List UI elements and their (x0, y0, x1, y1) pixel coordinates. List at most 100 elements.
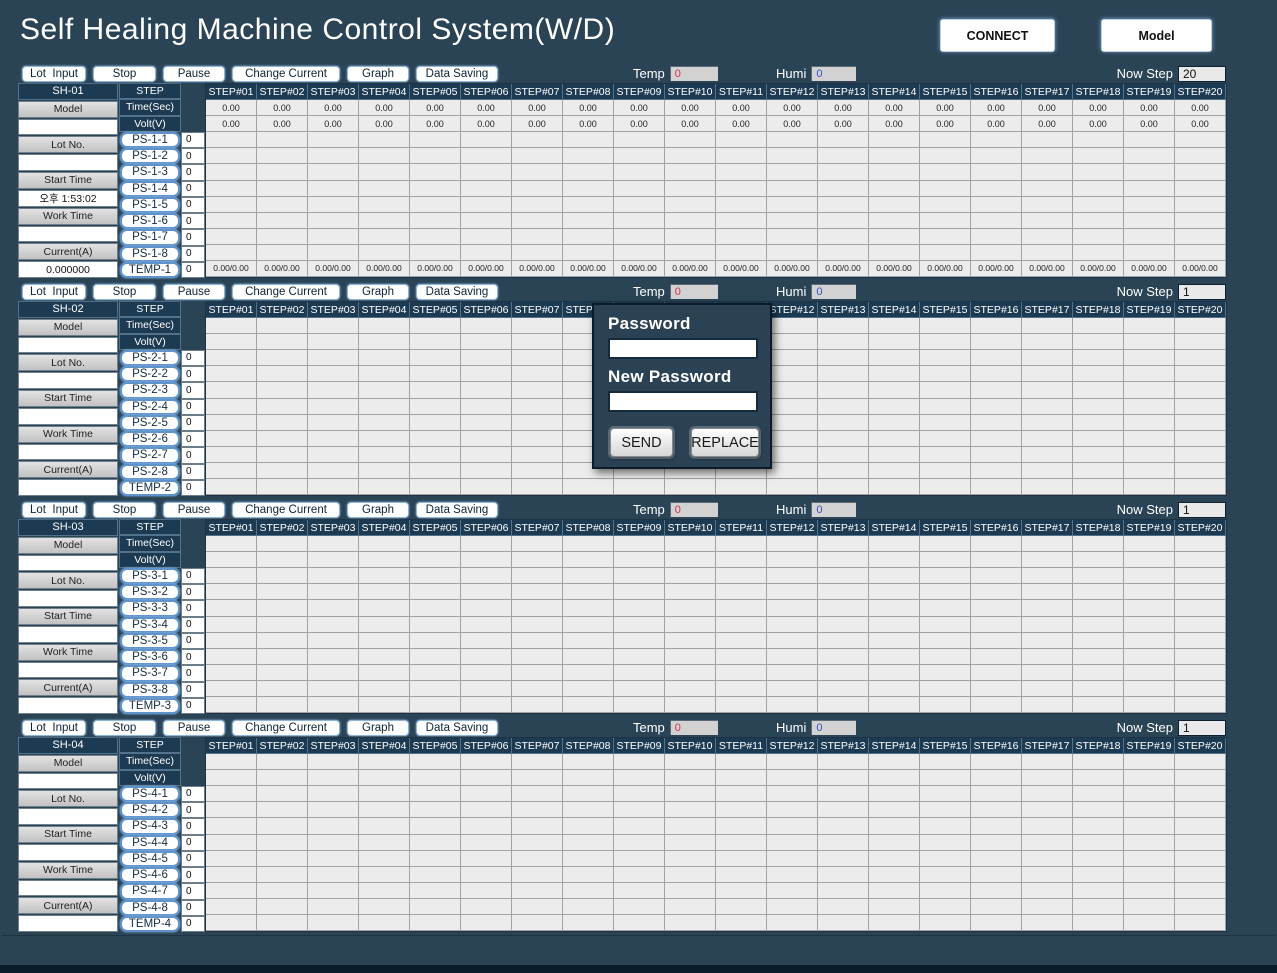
ps-button[interactable]: PS-4-7 (120, 883, 180, 899)
change-current-button[interactable]: Change Current (232, 502, 340, 518)
temp-sensor-button[interactable]: TEMP-2 (120, 480, 180, 496)
ps-button[interactable]: PS-2-7 (120, 447, 180, 463)
ps-button[interactable]: PS-4-3 (120, 818, 180, 834)
grid-cell (359, 229, 410, 245)
step-header-cell: STEP#19 (1124, 520, 1175, 536)
replace-button[interactable]: REPLACE (691, 428, 759, 457)
lot-input-button[interactable]: Lot Input (22, 66, 86, 82)
model-button[interactable]: Model (1101, 19, 1212, 52)
temp-sensor-button[interactable]: TEMP-3 (120, 698, 180, 714)
graph-button[interactable]: Graph (347, 720, 409, 736)
grid-cell (461, 431, 512, 447)
pause-button[interactable]: Pause (163, 284, 225, 300)
ps-button[interactable]: PS-3-4 (120, 617, 180, 633)
grid-cell (971, 818, 1022, 834)
ps-button[interactable]: PS-1-1 (120, 132, 180, 148)
graph-button[interactable]: Graph (347, 66, 409, 82)
password-input[interactable] (608, 338, 758, 359)
stop-button[interactable]: Stop (93, 284, 156, 300)
grid-cell (971, 786, 1022, 802)
ps-button[interactable]: PS-2-3 (120, 382, 180, 398)
grid-cell (1124, 786, 1175, 802)
ps-button[interactable]: PS-2-2 (120, 366, 180, 382)
pause-button[interactable]: Pause (163, 720, 225, 736)
ps-button[interactable]: PS-2-5 (120, 415, 180, 431)
temp-sensor-button[interactable]: TEMP-1 (120, 262, 180, 278)
ps-button[interactable]: PS-3-5 (120, 633, 180, 649)
ps-button[interactable]: PS-3-1 (120, 568, 180, 584)
change-current-button[interactable]: Change Current (232, 284, 340, 300)
temp-value-cell: 0.00/0.00 (308, 261, 359, 277)
ps-button[interactable]: PS-2-1 (120, 350, 180, 366)
step-header-cell: STEP#06 (461, 84, 512, 100)
graph-button[interactable]: Graph (347, 502, 409, 518)
ps-button[interactable]: PS-1-4 (120, 181, 180, 197)
step-header-cell: STEP#11 (716, 738, 767, 754)
ps-button[interactable]: PS-4-1 (120, 786, 180, 802)
grid-cell (920, 463, 971, 479)
stop-button[interactable]: Stop (93, 720, 156, 736)
step-header-cell: STEP#06 (461, 302, 512, 318)
grid-cell (614, 245, 665, 261)
ps-button[interactable]: PS-1-7 (120, 229, 180, 245)
data-saving-button[interactable]: Data Saving (416, 66, 498, 82)
grid-cell (308, 633, 359, 649)
data-saving-button[interactable]: Data Saving (416, 284, 498, 300)
ps-button[interactable]: PS-2-8 (120, 464, 180, 480)
temp-sensor-button[interactable]: TEMP-4 (120, 916, 180, 932)
ps-button[interactable]: PS-4-2 (120, 802, 180, 818)
ps-button[interactable]: PS-4-8 (120, 900, 180, 916)
temp-value-cell (461, 697, 512, 713)
grid-cell (614, 802, 665, 818)
ps-button[interactable]: PS-1-6 (120, 213, 180, 229)
ps-button[interactable]: PS-1-3 (120, 164, 180, 180)
ps-button[interactable]: PS-1-5 (120, 197, 180, 213)
ps-button[interactable]: PS-3-8 (120, 682, 180, 698)
ps-button[interactable]: PS-3-2 (120, 584, 180, 600)
grid-cell (410, 132, 461, 148)
grid-cell (665, 899, 716, 915)
ps-button[interactable]: PS-4-6 (120, 867, 180, 883)
grid-cell (971, 366, 1022, 382)
ps-button[interactable]: PS-3-3 (120, 600, 180, 616)
data-saving-button[interactable]: Data Saving (416, 720, 498, 736)
ps-button[interactable]: PS-1-2 (120, 148, 180, 164)
new-password-input[interactable] (608, 391, 758, 412)
lot-input-button[interactable]: Lot Input (22, 502, 86, 518)
pause-button[interactable]: Pause (163, 66, 225, 82)
stop-button[interactable]: Stop (93, 66, 156, 82)
grid-cell (716, 164, 767, 180)
grid-cell (1022, 786, 1073, 802)
ps-button[interactable]: PS-4-4 (120, 835, 180, 851)
grid-cell (1022, 802, 1073, 818)
grid-cell (818, 584, 869, 600)
grid-cell (1175, 197, 1226, 213)
step-header-cell: STEP#16 (971, 84, 1022, 100)
data-saving-button[interactable]: Data Saving (416, 502, 498, 518)
connect-button[interactable]: CONNECT (940, 19, 1055, 52)
grid-cell (1124, 399, 1175, 415)
ps-button[interactable]: PS-2-6 (120, 431, 180, 447)
ps-button[interactable]: PS-1-8 (120, 246, 180, 262)
lot-input-button[interactable]: Lot Input (22, 720, 86, 736)
volt-value-cell (1124, 334, 1175, 350)
change-current-button[interactable]: Change Current (232, 720, 340, 736)
step-header-cell: STEP#13 (818, 738, 869, 754)
ps-button[interactable]: PS-3-6 (120, 649, 180, 665)
grid-cell (1175, 399, 1226, 415)
ps-value-box: 0 (181, 900, 205, 916)
ps-button[interactable]: PS-3-7 (120, 665, 180, 681)
pause-button[interactable]: Pause (163, 502, 225, 518)
grid-cell (920, 415, 971, 431)
send-button[interactable]: SEND (610, 428, 673, 457)
grid-cell (1073, 851, 1124, 867)
time-value-cell (461, 318, 512, 334)
graph-button[interactable]: Graph (347, 284, 409, 300)
ps-button[interactable]: PS-4-5 (120, 851, 180, 867)
lot-input-button[interactable]: Lot Input (22, 284, 86, 300)
change-current-button[interactable]: Change Current (232, 66, 340, 82)
grid-cell (1124, 649, 1175, 665)
ps-button[interactable]: PS-2-4 (120, 399, 180, 415)
stop-button[interactable]: Stop (93, 502, 156, 518)
grid-cell (359, 148, 410, 164)
